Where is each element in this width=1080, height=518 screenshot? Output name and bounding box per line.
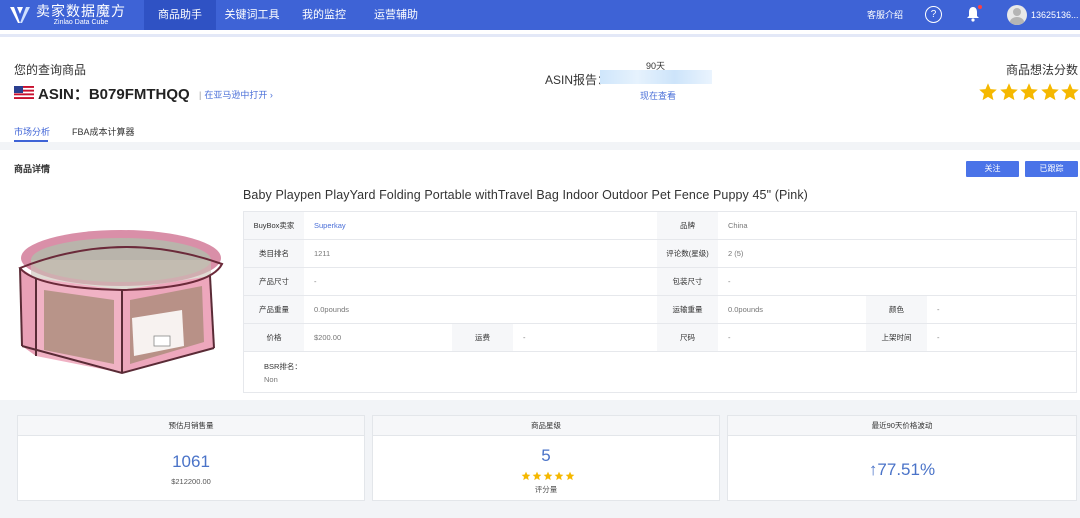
rating-value: 5	[541, 446, 551, 465]
spec-value: 0.0pounds	[314, 305, 350, 314]
product-image[interactable]	[14, 218, 228, 388]
rating-card: 商品星级 5 评分量	[372, 415, 720, 501]
product-detail-panel: 商品详情 关注 已跟踪 Baby Playpen PlayYard Foldin…	[0, 150, 1080, 400]
table-row: 价格 $200.00 运费 - 尺码 - 上架时间 -	[244, 324, 1076, 352]
spec-label: 产品尺寸	[244, 268, 304, 295]
table-row: BuyBox卖家 Superkay 品牌 China	[244, 212, 1076, 240]
spec-value: $200.00	[314, 333, 342, 342]
top-navbar: 卖家数据魔方 Zinlao Data Cube 商品助手 关键词工具 我的监控 …	[0, 0, 1080, 30]
spec-value: 0.0pounds	[728, 305, 764, 314]
us-flag-icon	[14, 86, 34, 99]
star-icon	[979, 83, 997, 101]
avatar[interactable]	[1007, 5, 1027, 25]
help-icon[interactable]: ?	[925, 6, 942, 23]
star-icon	[521, 471, 531, 481]
star-icon	[554, 471, 564, 481]
nav-item-product-assistant[interactable]: 商品助手	[144, 0, 216, 30]
tab-fba-calculator[interactable]: FBA成本计算器	[72, 125, 135, 138]
notification-dot	[978, 5, 982, 9]
bsr-label: BSR排名：	[264, 362, 302, 371]
tracked-button[interactable]: 已跟踪	[1025, 161, 1078, 177]
spec-label: 尺码	[657, 324, 718, 351]
table-row: 产品尺寸 - 包装尺寸 -	[244, 268, 1076, 296]
spec-label: 评论数(星级)	[657, 240, 718, 267]
nav-item-keyword-tool[interactable]: 关键词工具	[216, 0, 288, 30]
rating-count-label: 评分量	[534, 485, 558, 494]
spec-label: 品牌	[657, 212, 718, 239]
spec-label: 价格	[244, 324, 304, 351]
card-title: 最近90天价格波动	[728, 416, 1076, 436]
card-title: 预估月销售量	[18, 416, 364, 436]
brand-logo-icon	[10, 7, 30, 23]
section-title: 商品详情	[14, 164, 51, 174]
star-icon	[1020, 83, 1038, 101]
star-icon	[1040, 83, 1059, 101]
card-title: 商品星级	[373, 416, 719, 436]
spec-value: 2 (5)	[728, 249, 744, 258]
bsr-row: BSR排名： Non	[244, 352, 1076, 392]
brand-name: 卖家数据魔方	[36, 2, 126, 19]
bsr-value: Non	[264, 375, 278, 384]
spec-label: 产品重量	[244, 296, 304, 323]
asin-value: ASIN：B079FMTHQQ	[38, 86, 190, 103]
brand[interactable]: 卖家数据魔方 Zinlao Data Cube	[8, 2, 126, 28]
spec-label: 运费	[452, 324, 513, 351]
spec-value: -	[728, 333, 731, 342]
open-in-amazon-link[interactable]: | 在亚马逊中打开 ›	[199, 88, 273, 101]
spec-value: -	[937, 305, 940, 314]
price-change-value: ↑77.51%	[868, 460, 936, 479]
active-tab-indicator	[14, 140, 48, 142]
price-change-card: 最近90天价格波动 ↑77.51%	[727, 415, 1077, 501]
asin-report-blurred	[600, 70, 712, 84]
rating-stars	[521, 471, 576, 481]
star-icon	[999, 83, 1018, 101]
spec-value: -	[523, 333, 526, 342]
product-title: Baby Playpen PlayYard Folding Portable w…	[243, 188, 808, 202]
nav-item-operations[interactable]: 运营辅助	[360, 0, 432, 30]
chevron-right-icon: ›	[269, 90, 273, 100]
view-now-link[interactable]: 现在查看	[640, 89, 676, 102]
page-title: 您的查询商品	[14, 63, 87, 77]
spec-label: 包装尺寸	[657, 268, 718, 295]
table-row: 类目排名 1211 评论数(星级) 2 (5)	[244, 240, 1076, 268]
tab-market-analysis[interactable]: 市场分析	[14, 125, 50, 138]
table-row: 产品重量 0.0pounds 运输重量 0.0pounds 颜色 -	[244, 296, 1076, 324]
spec-label: BuyBox卖家	[244, 212, 304, 239]
brand-subtitle: Zinlao Data Cube	[53, 18, 109, 26]
monthly-revenue-value: $212200.00	[171, 477, 211, 486]
spec-value: -	[937, 333, 940, 342]
top-divider	[0, 30, 1080, 42]
star-icon	[543, 471, 553, 481]
spec-label: 上架时间	[866, 324, 927, 351]
help-intro-link[interactable]: 客服介绍	[867, 0, 903, 30]
spec-value: -	[314, 277, 317, 286]
idea-score-stars	[978, 82, 1080, 102]
star-icon	[1061, 83, 1079, 101]
monthly-sales-value: 1061	[172, 452, 210, 471]
query-header-panel: 您的查询商品 ASIN：B079FMTHQQ | 在亚马逊中打开 › 90天 AS…	[0, 42, 1080, 142]
star-icon	[532, 471, 542, 481]
spec-table: BuyBox卖家 Superkay 品牌 China 类目排名 1211 评论数…	[243, 211, 1077, 393]
spec-label: 类目排名	[244, 240, 304, 267]
spec-value: 1211	[314, 249, 331, 258]
spec-value: China	[728, 221, 748, 230]
star-icon	[565, 471, 575, 481]
spec-label: 运输重量	[657, 296, 718, 323]
spec-value: -	[728, 277, 731, 286]
user-phone[interactable]: 13625136...	[1031, 0, 1079, 30]
idea-score-label: 商品想法分数	[1006, 63, 1079, 77]
follow-button[interactable]: 关注	[966, 161, 1019, 177]
spec-label: 颜色	[866, 296, 927, 323]
monthly-sales-card: 预估月销售量 1061 $212200.00	[17, 415, 365, 501]
nav-item-my-monitor[interactable]: 我的监控	[288, 0, 360, 30]
buybox-seller-link[interactable]: Superkay	[304, 212, 657, 239]
